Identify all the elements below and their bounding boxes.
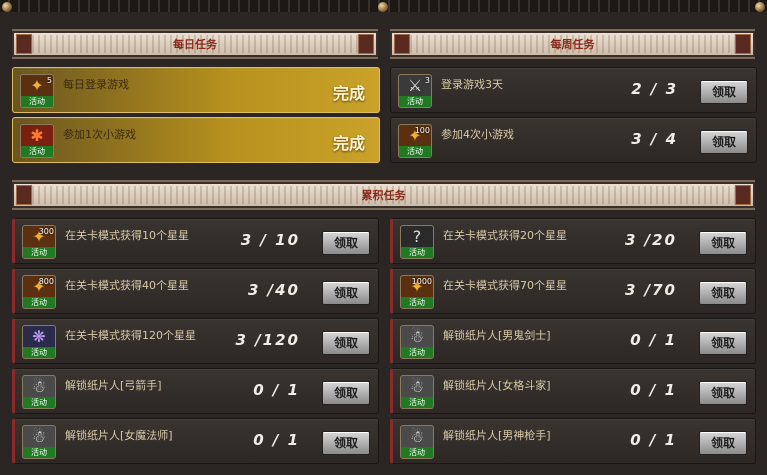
corner-gem-icon	[755, 2, 765, 12]
task-name: 参加4次小游戏	[441, 128, 514, 141]
task-progress: 3 /20	[624, 231, 677, 249]
task-progress: 3 /70	[624, 281, 677, 299]
weekly-task-row: ✦ 100 活动 参加4次小游戏 3 / 4 领取	[390, 117, 757, 163]
character-card-icon: ☃ 活动	[400, 425, 434, 459]
task-name: 在关卡模式获得120个星星	[65, 329, 196, 342]
corner-gem-icon	[2, 2, 12, 12]
claim-button[interactable]: 领取	[700, 130, 748, 154]
mystery-reward-icon: ? 活动	[400, 225, 434, 259]
task-progress: 0 / 1	[630, 331, 677, 349]
cumulative-task-row: ☃ 活动 解锁纸片人[女魔法师] 0 / 1 领取	[12, 418, 379, 464]
task-progress: 3 / 10	[240, 231, 300, 249]
task-name: 登录游戏3天	[441, 78, 503, 91]
claim-button[interactable]: 领取	[699, 431, 747, 455]
reward-icon: ✦ 800 活动	[22, 275, 56, 309]
character-card-icon: ☃ 活动	[22, 425, 56, 459]
claim-button[interactable]: 领取	[322, 381, 370, 405]
daily-task-row[interactable]: ✱ 活动 参加1次小游戏 完成	[12, 117, 380, 163]
character-card-icon: ☃ 活动	[400, 325, 434, 359]
task-progress: 0 / 1	[630, 431, 677, 449]
claim-button[interactable]: 领取	[322, 281, 370, 305]
cumulative-task-row: ☃ 活动 解锁纸片人[弓箭手] 0 / 1 领取	[12, 368, 379, 414]
reward-icon: ✦ 1000 活动	[400, 275, 434, 309]
task-progress: 3 /120	[235, 331, 300, 349]
cumulative-task-row: ☃ 活动 解锁纸片人[男神枪手] 0 / 1 领取	[390, 418, 756, 464]
reward-icon: ✦ 300 活动	[22, 225, 56, 259]
task-progress: 2 / 3	[631, 80, 678, 98]
weekly-tasks-title: 每周任务	[550, 38, 595, 51]
task-name: 解锁纸片人[弓箭手]	[65, 379, 162, 392]
claim-button[interactable]: 领取	[699, 381, 747, 405]
task-progress: 0 / 1	[253, 431, 300, 449]
cumulative-task-row: ☃ 活动 解锁纸片人[男鬼剑士] 0 / 1 领取	[390, 318, 756, 364]
claim-button[interactable]: 领取	[322, 331, 370, 355]
claim-button[interactable]: 领取	[699, 331, 747, 355]
task-name: 在关卡模式获得70个星星	[443, 279, 567, 292]
task-name: 参加1次小游戏	[63, 128, 136, 141]
claim-button[interactable]: 领取	[700, 80, 748, 104]
corner-gem-icon	[378, 2, 388, 12]
cumulative-task-row: ✦ 800 活动 在关卡模式获得40个星星 3 /40 领取	[12, 268, 379, 314]
claim-button[interactable]: 领取	[699, 231, 747, 255]
reward-icon: ❋ 活动	[22, 325, 56, 359]
task-name: 每日登录游戏	[63, 78, 129, 91]
weekly-tasks-banner: 每周任务	[390, 29, 755, 59]
weekly-task-row: ⚔ 3 活动 登录游戏3天 2 / 3 领取	[390, 67, 757, 113]
cumulative-tasks-banner: 累积任务	[12, 180, 755, 210]
cumulative-task-row: ❋ 活动 在关卡模式获得120个星星 3 /120 领取	[12, 318, 379, 364]
reward-icon: ✦ 5 活动	[20, 74, 54, 108]
character-card-icon: ☃ 活动	[400, 375, 434, 409]
cumulative-task-row: ☃ 活动 解锁纸片人[女格斗家] 0 / 1 领取	[390, 368, 756, 414]
cumulative-tasks-title: 累积任务	[361, 189, 406, 202]
cumulative-task-row: ? 活动 在关卡模式获得20个星星 3 /20 领取	[390, 218, 756, 264]
task-name: 在关卡模式获得40个星星	[65, 279, 189, 292]
character-card-icon: ☃ 活动	[22, 375, 56, 409]
task-name: 在关卡模式获得20个星星	[443, 229, 567, 242]
daily-task-row[interactable]: ✦ 5 活动 每日登录游戏 完成	[12, 67, 380, 113]
task-progress: 3 / 4	[631, 130, 678, 148]
reward-icon: ✱ 活动	[20, 124, 54, 158]
task-progress: 3 /40	[247, 281, 300, 299]
claim-button[interactable]: 领取	[322, 431, 370, 455]
cumulative-task-row: ✦ 300 活动 在关卡模式获得10个星星 3 / 10 领取	[12, 218, 379, 264]
cumulative-task-row: ✦ 1000 活动 在关卡模式获得70个星星 3 /70 领取	[390, 268, 756, 314]
task-complete-status[interactable]: 完成	[333, 130, 365, 154]
daily-tasks-title: 每日任务	[173, 38, 217, 51]
task-name: 解锁纸片人[男鬼剑士]	[443, 329, 551, 342]
task-name: 解锁纸片人[男神枪手]	[443, 429, 551, 442]
task-progress: 0 / 1	[630, 381, 677, 399]
task-name: 解锁纸片人[女格斗家]	[443, 379, 551, 392]
claim-button[interactable]: 领取	[322, 231, 370, 255]
reward-icon: ⚔ 3 活动	[398, 74, 432, 108]
daily-tasks-banner: 每日任务	[12, 29, 378, 59]
task-progress: 0 / 1	[253, 381, 300, 399]
task-name: 解锁纸片人[女魔法师]	[65, 429, 173, 442]
reward-icon: ✦ 100 活动	[398, 124, 432, 158]
task-name: 在关卡模式获得10个星星	[65, 229, 189, 242]
task-complete-status[interactable]: 完成	[333, 80, 365, 104]
claim-button[interactable]: 领取	[699, 281, 747, 305]
